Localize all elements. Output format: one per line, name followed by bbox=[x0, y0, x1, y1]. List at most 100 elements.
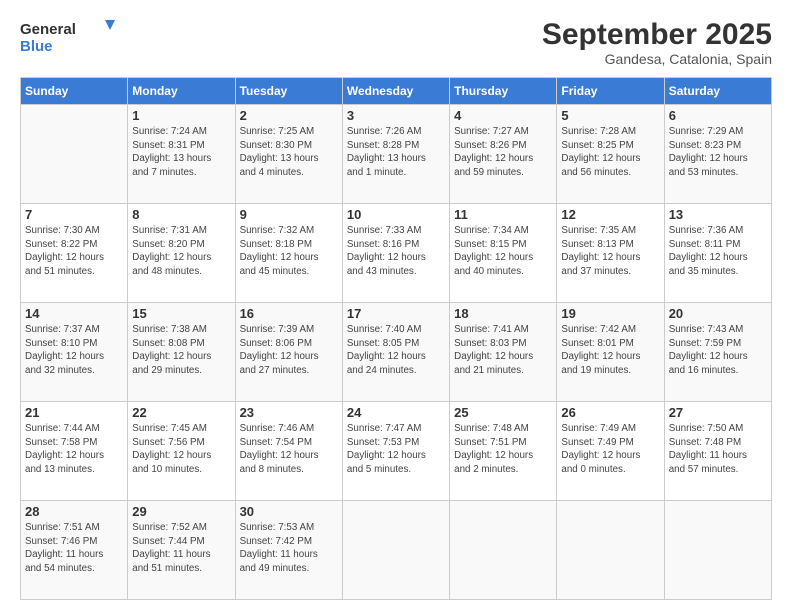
cell-date-number: 4 bbox=[454, 108, 552, 123]
cell-info-text: Sunrise: 7:46 AM Sunset: 7:54 PM Dayligh… bbox=[240, 422, 338, 477]
calendar-cell: 10 Sunrise: 7:33 AM Sunset: 8:16 PM Dayli… bbox=[342, 204, 449, 303]
cell-date-number: 27 bbox=[669, 405, 767, 420]
cell-info-text: Sunrise: 7:37 AM Sunset: 8:10 PM Dayligh… bbox=[25, 323, 123, 378]
cell-date-number: 26 bbox=[561, 405, 659, 420]
cell-date-number: 7 bbox=[25, 207, 123, 222]
calendar-cell: 19 Sunrise: 7:42 AM Sunset: 8:01 PM Dayli… bbox=[557, 303, 664, 402]
cell-date-number: 6 bbox=[669, 108, 767, 123]
cell-date-number: 16 bbox=[240, 306, 338, 321]
header-sunday: Sunday bbox=[21, 78, 128, 105]
logo: General Blue bbox=[20, 18, 115, 56]
cell-info-text: Sunrise: 7:43 AM Sunset: 7:59 PM Dayligh… bbox=[669, 323, 767, 378]
calendar-week-row: 28 Sunrise: 7:51 AM Sunset: 7:46 PM Dayli… bbox=[21, 501, 772, 600]
cell-date-number: 20 bbox=[669, 306, 767, 321]
calendar-cell: 27 Sunrise: 7:50 AM Sunset: 7:48 PM Dayli… bbox=[664, 402, 771, 501]
cell-date-number: 18 bbox=[454, 306, 552, 321]
cell-date-number: 1 bbox=[132, 108, 230, 123]
cell-date-number: 19 bbox=[561, 306, 659, 321]
calendar-table: SundayMondayTuesdayWednesdayThursdayFrid… bbox=[20, 77, 772, 600]
calendar-cell: 25 Sunrise: 7:48 AM Sunset: 7:51 PM Dayli… bbox=[450, 402, 557, 501]
calendar-cell: 20 Sunrise: 7:43 AM Sunset: 7:59 PM Dayli… bbox=[664, 303, 771, 402]
calendar-cell: 2 Sunrise: 7:25 AM Sunset: 8:30 PM Daylig… bbox=[235, 105, 342, 204]
cell-info-text: Sunrise: 7:45 AM Sunset: 7:56 PM Dayligh… bbox=[132, 422, 230, 477]
calendar-cell: 13Sunrise: 7:36 AM Sunset: 8:11 PM Dayli… bbox=[664, 204, 771, 303]
cell-info-text: Sunrise: 7:51 AM Sunset: 7:46 PM Dayligh… bbox=[25, 521, 123, 576]
calendar-cell bbox=[450, 501, 557, 600]
calendar-week-row: 21Sunrise: 7:44 AM Sunset: 7:58 PM Dayli… bbox=[21, 402, 772, 501]
cell-info-text: Sunrise: 7:30 AM Sunset: 8:22 PM Dayligh… bbox=[25, 224, 123, 279]
cell-date-number: 11 bbox=[454, 207, 552, 222]
cell-info-text: Sunrise: 7:53 AM Sunset: 7:42 PM Dayligh… bbox=[240, 521, 338, 576]
cell-info-text: Sunrise: 7:27 AM Sunset: 8:26 PM Dayligh… bbox=[454, 125, 552, 180]
cell-date-number: 3 bbox=[347, 108, 445, 123]
cell-info-text: Sunrise: 7:40 AM Sunset: 8:05 PM Dayligh… bbox=[347, 323, 445, 378]
cell-date-number: 9 bbox=[240, 207, 338, 222]
header-tuesday: Tuesday bbox=[235, 78, 342, 105]
cell-info-text: Sunrise: 7:33 AM Sunset: 8:16 PM Dayligh… bbox=[347, 224, 445, 279]
calendar-cell: 30 Sunrise: 7:53 AM Sunset: 7:42 PM Dayli… bbox=[235, 501, 342, 600]
calendar-cell: 28 Sunrise: 7:51 AM Sunset: 7:46 PM Dayli… bbox=[21, 501, 128, 600]
calendar-cell: 6 Sunrise: 7:29 AM Sunset: 8:23 PM Daylig… bbox=[664, 105, 771, 204]
svg-text:Blue: Blue bbox=[20, 38, 53, 55]
calendar-cell bbox=[557, 501, 664, 600]
cell-date-number: 22 bbox=[132, 405, 230, 420]
cell-date-number: 10 bbox=[347, 207, 445, 222]
calendar-cell: 1 Sunrise: 7:24 AM Sunset: 8:31 PM Daylig… bbox=[128, 105, 235, 204]
calendar-cell: 11 Sunrise: 7:34 AM Sunset: 8:15 PM Dayli… bbox=[450, 204, 557, 303]
header-thursday: Thursday bbox=[450, 78, 557, 105]
cell-info-text: Sunrise: 7:38 AM Sunset: 8:08 PM Dayligh… bbox=[132, 323, 230, 378]
header-saturday: Saturday bbox=[664, 78, 771, 105]
svg-text:General: General bbox=[20, 21, 76, 38]
cell-date-number: 21 bbox=[25, 405, 123, 420]
title-block: September 2025 Gandesa, Catalonia, Spain bbox=[542, 18, 772, 67]
cell-info-text: Sunrise: 7:25 AM Sunset: 8:30 PM Dayligh… bbox=[240, 125, 338, 180]
calendar-title: September 2025 bbox=[542, 18, 772, 51]
calendar-cell: 15 Sunrise: 7:38 AM Sunset: 8:08 PM Dayli… bbox=[128, 303, 235, 402]
calendar-cell: 14 Sunrise: 7:37 AM Sunset: 8:10 PM Dayli… bbox=[21, 303, 128, 402]
cell-date-number: 14 bbox=[25, 306, 123, 321]
calendar-cell: 8Sunrise: 7:31 AM Sunset: 8:20 PM Daylig… bbox=[128, 204, 235, 303]
cell-date-number: 15 bbox=[132, 306, 230, 321]
header-monday: Monday bbox=[128, 78, 235, 105]
calendar-cell: 23Sunrise: 7:46 AM Sunset: 7:54 PM Dayli… bbox=[235, 402, 342, 501]
cell-info-text: Sunrise: 7:50 AM Sunset: 7:48 PM Dayligh… bbox=[669, 422, 767, 477]
calendar-cell: 3Sunrise: 7:26 AM Sunset: 8:28 PM Daylig… bbox=[342, 105, 449, 204]
calendar-cell: 26Sunrise: 7:49 AM Sunset: 7:49 PM Dayli… bbox=[557, 402, 664, 501]
header: General Blue September 2025 Gandesa, Cat… bbox=[20, 18, 772, 67]
calendar-cell: 4 Sunrise: 7:27 AM Sunset: 8:26 PM Daylig… bbox=[450, 105, 557, 204]
calendar-cell: 5Sunrise: 7:28 AM Sunset: 8:25 PM Daylig… bbox=[557, 105, 664, 204]
header-row: SundayMondayTuesdayWednesdayThursdayFrid… bbox=[21, 78, 772, 105]
cell-info-text: Sunrise: 7:29 AM Sunset: 8:23 PM Dayligh… bbox=[669, 125, 767, 180]
cell-date-number: 25 bbox=[454, 405, 552, 420]
cell-info-text: Sunrise: 7:52 AM Sunset: 7:44 PM Dayligh… bbox=[132, 521, 230, 576]
calendar-cell: 21Sunrise: 7:44 AM Sunset: 7:58 PM Dayli… bbox=[21, 402, 128, 501]
calendar-cell: 18Sunrise: 7:41 AM Sunset: 8:03 PM Dayli… bbox=[450, 303, 557, 402]
cell-info-text: Sunrise: 7:42 AM Sunset: 8:01 PM Dayligh… bbox=[561, 323, 659, 378]
cell-info-text: Sunrise: 7:24 AM Sunset: 8:31 PM Dayligh… bbox=[132, 125, 230, 180]
cell-date-number: 2 bbox=[240, 108, 338, 123]
calendar-cell: 7 Sunrise: 7:30 AM Sunset: 8:22 PM Daylig… bbox=[21, 204, 128, 303]
calendar-cell bbox=[342, 501, 449, 600]
calendar-cell: 17 Sunrise: 7:40 AM Sunset: 8:05 PM Dayli… bbox=[342, 303, 449, 402]
cell-date-number: 8 bbox=[132, 207, 230, 222]
cell-info-text: Sunrise: 7:47 AM Sunset: 7:53 PM Dayligh… bbox=[347, 422, 445, 477]
cell-info-text: Sunrise: 7:32 AM Sunset: 8:18 PM Dayligh… bbox=[240, 224, 338, 279]
calendar-week-row: 14 Sunrise: 7:37 AM Sunset: 8:10 PM Dayli… bbox=[21, 303, 772, 402]
calendar-subtitle: Gandesa, Catalonia, Spain bbox=[542, 51, 772, 67]
cell-date-number: 30 bbox=[240, 504, 338, 519]
page: General Blue September 2025 Gandesa, Cat… bbox=[0, 0, 792, 612]
logo-svg: General Blue bbox=[20, 18, 115, 56]
header-wednesday: Wednesday bbox=[342, 78, 449, 105]
calendar-cell: 16 Sunrise: 7:39 AM Sunset: 8:06 PM Dayli… bbox=[235, 303, 342, 402]
cell-date-number: 29 bbox=[132, 504, 230, 519]
cell-info-text: Sunrise: 7:48 AM Sunset: 7:51 PM Dayligh… bbox=[454, 422, 552, 477]
cell-date-number: 17 bbox=[347, 306, 445, 321]
header-friday: Friday bbox=[557, 78, 664, 105]
cell-date-number: 13 bbox=[669, 207, 767, 222]
calendar-cell bbox=[21, 105, 128, 204]
cell-info-text: Sunrise: 7:34 AM Sunset: 8:15 PM Dayligh… bbox=[454, 224, 552, 279]
cell-date-number: 24 bbox=[347, 405, 445, 420]
calendar-cell bbox=[664, 501, 771, 600]
cell-info-text: Sunrise: 7:39 AM Sunset: 8:06 PM Dayligh… bbox=[240, 323, 338, 378]
cell-date-number: 28 bbox=[25, 504, 123, 519]
